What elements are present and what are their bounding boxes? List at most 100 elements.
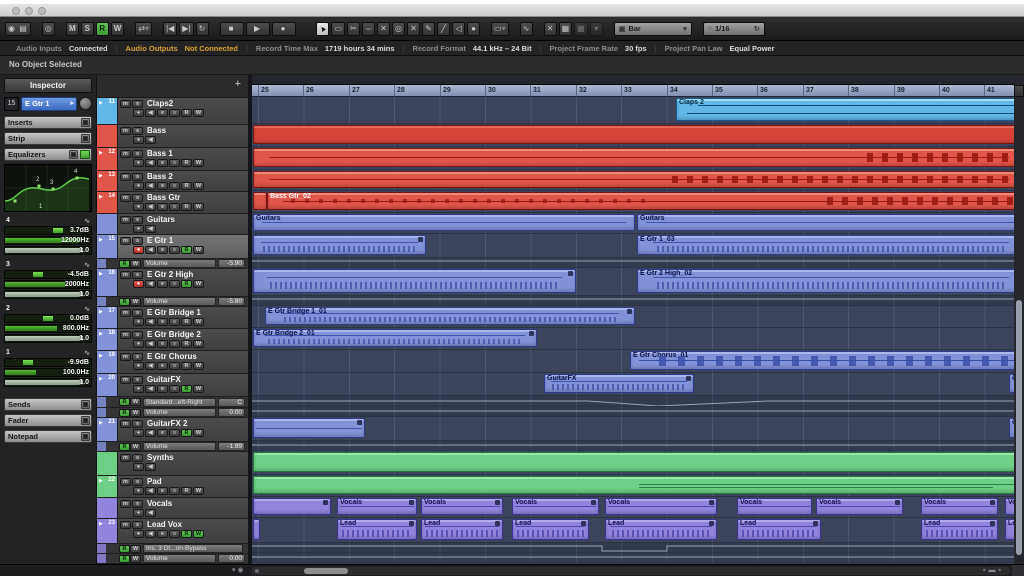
horizontal-scrollbar[interactable] — [252, 567, 1010, 575]
clip-e-gtr-chorus-01[interactable]: E Gtr Chorus_01 — [630, 351, 1014, 370]
lane-parameter-value[interactable]: 0.00 — [218, 408, 245, 417]
automation-curve[interactable] — [252, 396, 1014, 407]
track-mute-button[interactable]: m — [120, 236, 131, 245]
automation-curve[interactable] — [252, 407, 1014, 417]
track-edit-button[interactable]: e — [157, 362, 168, 370]
track-read-button[interactable]: R — [181, 109, 192, 117]
lane-parameter-label[interactable]: Volume — [143, 554, 216, 563]
zoom-controls[interactable]: ▪▬▪ — [983, 566, 1004, 576]
clip-pad[interactable] — [253, 476, 1014, 494]
window-titlebar[interactable] — [0, 0, 1024, 17]
track-solo-button[interactable]: s — [132, 172, 143, 181]
split-tool[interactable]: ✂ — [347, 21, 361, 36]
track-read-button[interactable]: R — [181, 203, 192, 211]
track-color-strip[interactable]: ▶ 14 — [97, 192, 118, 213]
track-solo-button[interactable]: s — [132, 453, 143, 462]
track-solo-button[interactable]: s — [132, 419, 143, 428]
track-color-strip[interactable]: ▶ 19 — [97, 351, 118, 373]
vertical-scroll-thumb[interactable] — [1016, 300, 1022, 555]
track-monitor-button[interactable]: ◀ — [145, 225, 156, 233]
ruler-bar-31[interactable]: 31 — [530, 85, 541, 96]
lane-parameter-value[interactable]: C — [218, 397, 245, 407]
clip-vocals[interactable]: Vocals — [337, 498, 417, 515]
activate-project-button[interactable]: ◉ ▤ — [5, 21, 31, 36]
track-write-button[interactable]: W — [193, 182, 204, 190]
clip-vocals[interactable]: Vocals — [605, 498, 717, 515]
clip-guitarfx-2[interactable] — [253, 418, 365, 438]
track-color-strip[interactable]: ▶ 11 — [97, 98, 118, 124]
track-claps2[interactable]: ▶ 11 m s Claps2 ● ◀ e ≡ R W — [97, 98, 248, 125]
track-write-button[interactable]: W — [193, 429, 204, 437]
window-close-button[interactable] — [12, 7, 20, 15]
track-mute-button[interactable]: m — [120, 270, 131, 279]
track-color-strip[interactable] — [97, 214, 118, 234]
clip-vocals[interactable]: Vocals — [512, 498, 599, 515]
timeline-ruler[interactable]: 25 26 27 28 29 30 31 32 33 34 35 36 37 38 39 40 41 — [252, 85, 1014, 97]
track-mute-button[interactable]: m — [120, 172, 131, 181]
ruler-bar-35[interactable]: 35 — [712, 85, 723, 96]
track-write-button[interactable]: W — [193, 159, 204, 167]
lane-read-button[interactable]: R — [119, 544, 130, 553]
track-mute-button[interactable]: m — [120, 126, 131, 135]
eq-band-4-gain-slider[interactable]: 3.7dB — [4, 226, 92, 235]
clip-guitars[interactable]: Guitars — [253, 214, 635, 231]
track-record-button[interactable]: ● — [133, 487, 144, 495]
track-edit-button[interactable]: e — [157, 385, 168, 393]
track-guitarfx-2[interactable]: ▶ 21 m s GuitarFX 2 ● ◀ e ≡ R W — [97, 418, 248, 442]
track-solo-button[interactable]: s — [132, 375, 143, 384]
track-monitor-button[interactable]: ◀ — [145, 109, 156, 117]
range-selection-tool[interactable]: ▭ — [331, 21, 346, 36]
clip-e-gtr-1[interactable] — [253, 235, 426, 255]
track-solo-button[interactable]: s — [132, 352, 143, 361]
track-bass-2[interactable]: ▶ 13 m s Bass 2 ● ◀ e ≡ R W — [97, 171, 248, 192]
section-icon[interactable]: ▣ — [69, 150, 78, 159]
lane-parameter-value[interactable]: -5.90 — [218, 259, 245, 268]
eq-gain-thumb[interactable] — [23, 360, 34, 365]
clip-vocals[interactable]: Vocals — [816, 498, 903, 515]
track-e-gtr-1[interactable]: ▶ 15 m s E Gtr 1 ● ◀ e ≡ R W — [97, 235, 248, 259]
track-read-button[interactable]: R — [181, 429, 192, 437]
lane-write-button[interactable]: W — [130, 398, 141, 406]
constrain-delay-button[interactable]: ◎ — [41, 21, 55, 36]
track-edit-button[interactable]: e — [157, 429, 168, 437]
eq-band-1-freq-slider[interactable]: 100.0Hz — [4, 368, 92, 377]
track-solo-button[interactable]: s — [132, 477, 143, 486]
track-guitars[interactable]: m s Guitars ● ◀ — [97, 214, 248, 235]
track-monitor-button[interactable]: ◀ — [145, 182, 156, 190]
track-mute-button[interactable]: m — [120, 99, 131, 108]
track-inserts-button[interactable]: ≡ — [169, 109, 180, 117]
track-edit-button[interactable]: e — [157, 340, 168, 348]
track-edit-button[interactable]: e — [157, 182, 168, 190]
track-mute-button[interactable]: m — [120, 352, 131, 361]
track-color-strip[interactable]: ▶ 12 — [97, 148, 118, 170]
clip-bass-gtr-02[interactable]: Bass Gtr_02 — [267, 192, 1014, 210]
track-synths[interactable]: m s Synths ● ◀ — [97, 452, 248, 476]
track-edit-button[interactable]: e — [157, 159, 168, 167]
track-record-button[interactable]: ● — [133, 362, 144, 370]
track-color-strip[interactable]: ▶ 22 — [97, 476, 118, 497]
track-monitor-button[interactable]: ◀ — [145, 509, 156, 517]
eq-curve-type-icon[interactable]: ∿ — [84, 261, 90, 270]
lane-read-button[interactable]: R — [119, 442, 130, 451]
track-color-strip[interactable]: ▶ 20 — [97, 374, 118, 396]
clip-lead[interactable]: Lead — [921, 519, 998, 540]
automation-curve[interactable] — [252, 543, 1014, 553]
track-monitor-button[interactable]: ◀ — [145, 340, 156, 348]
lane-parameter-label[interactable]: Volume — [143, 408, 216, 417]
track-write-button[interactable]: W — [193, 362, 204, 370]
track-e-gtr-bridge-2[interactable]: ▶ 18 m s E Gtr Bridge 2 ● ◀ e ≡ R W — [97, 329, 248, 351]
automation-lane-volume[interactable]: R W Volume 0.00 — [97, 408, 248, 418]
clip-bass-1[interactable] — [253, 148, 1014, 167]
track-edit-button[interactable]: e — [157, 109, 168, 117]
track-solo-button[interactable]: s — [132, 499, 143, 508]
track-solo-button[interactable]: s — [132, 99, 143, 108]
track-inserts-button[interactable]: ≡ — [169, 280, 180, 288]
horizontal-scroll-thumb[interactable] — [304, 568, 348, 574]
track-edit-button[interactable]: e — [157, 280, 168, 288]
track-record-button[interactable]: ● — [133, 280, 144, 288]
track-solo-button[interactable]: s — [132, 149, 143, 158]
mute-tool[interactable]: ✕ — [407, 21, 421, 36]
track-color-strip[interactable]: ▶ 21 — [97, 418, 118, 441]
glue-tool[interactable]: ⌣ — [362, 21, 376, 36]
track-mute-button[interactable]: m — [120, 499, 131, 508]
